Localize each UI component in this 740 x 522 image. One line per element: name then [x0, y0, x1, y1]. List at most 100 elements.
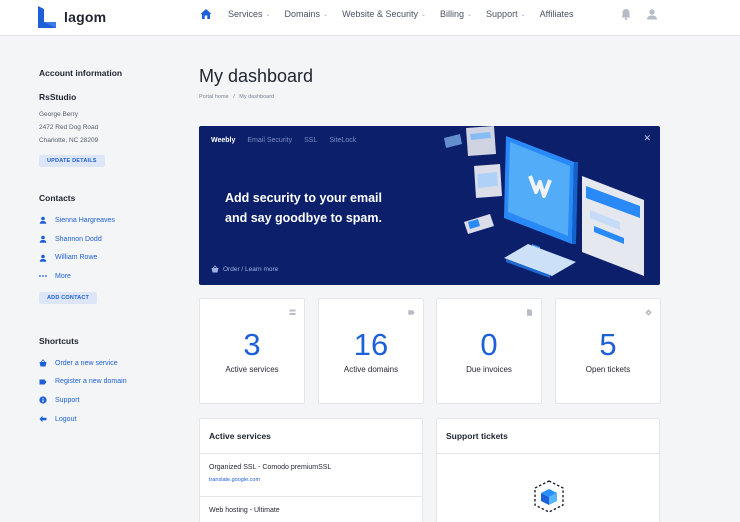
contacts-heading: Contacts — [39, 193, 76, 203]
banner-cta-link[interactable]: Order / Learn more — [211, 265, 278, 273]
close-icon[interactable]: ✕ — [643, 133, 651, 144]
contact-link[interactable]: Sienna Hargreaves — [39, 211, 169, 230]
stat-card-active-services[interactable]: 3 Active services — [199, 298, 305, 404]
user-icon — [39, 254, 47, 262]
banner-tabs: Weebly Email Security SSL SiteLock — [211, 137, 368, 144]
nav-domains[interactable]: Domains ⌄ — [285, 9, 329, 19]
breadcrumb: Portal home / My dashboard — [199, 94, 274, 100]
nav-support[interactable]: Support ⌄ — [486, 9, 526, 19]
lagom-logo-icon — [38, 6, 56, 28]
company-name: RsStudio — [39, 92, 77, 102]
weebly-illustration — [444, 126, 644, 278]
contacts-list: Sienna Hargreaves Shannon Dodd William R… — [39, 211, 169, 286]
chevron-down-icon: ⌄ — [467, 11, 473, 18]
breadcrumb-separator: / — [233, 94, 235, 100]
top-navigation-bar: lagom Services ⌄ Domains ⌄ Website & Secur… — [0, 0, 740, 36]
contact-name: Shannon Dodd — [55, 235, 102, 243]
breadcrumb-home-link[interactable]: Portal home — [199, 94, 229, 100]
more-contacts-link[interactable]: More — [39, 267, 169, 286]
logout-icon — [39, 415, 47, 423]
contact-name: William Rowe — [55, 254, 98, 262]
support-tickets-panel: Support tickets — [436, 418, 660, 522]
service-name: Organized SSL - Comodo premiumSSL — [209, 464, 332, 471]
main-nav: Services ⌄ Domains ⌄ Website & Security ⌄ B… — [200, 0, 587, 28]
tag-icon — [408, 310, 415, 315]
nav-affiliates-label: Affiliates — [539, 9, 574, 19]
sidebar: Account information RsStudio George Berr… — [39, 68, 169, 429]
info-icon — [39, 396, 47, 405]
nav-billing[interactable]: Billing ⌄ — [440, 9, 472, 19]
nav-support-label: Support — [486, 9, 518, 19]
address-line: George Berry — [39, 111, 79, 118]
user-icon — [39, 216, 47, 225]
stat-value: 0 — [480, 327, 498, 362]
tag-icon — [39, 378, 47, 386]
basket-icon — [211, 265, 219, 273]
bell-icon[interactable] — [619, 7, 633, 21]
ticket-icon — [645, 309, 652, 316]
banner-headline: Add security to your email and say goodb… — [225, 188, 445, 228]
support-tickets-heading: Support tickets — [437, 419, 659, 454]
more-dots-icon — [39, 272, 47, 280]
chevron-down-icon: ⌄ — [323, 11, 329, 18]
nav-domains-label: Domains — [284, 9, 321, 19]
page-title: My dashboard — [199, 66, 314, 86]
home-icon[interactable] — [200, 8, 212, 20]
brand-name: lagom — [64, 9, 107, 25]
user-icon[interactable] — [645, 7, 659, 21]
stat-value: 5 — [599, 327, 617, 362]
nav-actions — [619, 7, 671, 21]
stat-card-open-tickets[interactable]: 5 Open tickets — [555, 298, 661, 404]
service-url-link[interactable]: translate.google.com — [209, 477, 413, 483]
stat-card-active-domains[interactable]: 16 Active domains — [318, 298, 424, 404]
file-icon — [527, 309, 532, 316]
active-services-heading: Active services — [200, 419, 422, 454]
nav-services-label: Services — [228, 9, 263, 19]
active-services-panel: Active services Organized SSL - Comodo p… — [199, 418, 423, 522]
nav-services[interactable]: Services ⌄ — [228, 9, 271, 19]
shortcut-label: Order a new service — [55, 359, 118, 367]
nav-website-security-label: Website & Security — [342, 9, 418, 19]
service-name: Web hosting - Ultimate — [209, 507, 280, 514]
nav-billing-label: Billing — [440, 9, 465, 19]
nav-affiliates[interactable]: Affiliates — [540, 9, 574, 19]
service-row[interactable]: Web hosting - Ultimate — [200, 497, 422, 522]
chevron-down-icon: ⌄ — [520, 11, 526, 18]
nav-website-security[interactable]: Website & Security ⌄ — [342, 9, 426, 19]
service-row[interactable]: Organized SSL - Comodo premiumSSL transl… — [200, 454, 422, 497]
shortcut-label: Logout — [55, 415, 77, 423]
shortcut-support[interactable]: Support — [39, 391, 169, 410]
stat-value: 16 — [353, 327, 389, 362]
basket-icon — [39, 359, 47, 367]
stat-card-due-invoices[interactable]: 0 Due invoices — [436, 298, 542, 404]
stat-label: Active services — [225, 365, 279, 374]
stat-value: 3 — [243, 327, 261, 362]
shortcut-logout[interactable]: Logout — [39, 410, 169, 429]
banner-tab-email-security[interactable]: Email Security — [247, 137, 292, 144]
add-contact-button[interactable]: ADD CONTACT — [39, 291, 98, 304]
stat-label: Active domains — [343, 365, 399, 374]
address-line: 2472 Red Dog Road — [39, 124, 99, 131]
shortcuts-heading: Shortcuts — [39, 335, 79, 346]
account-address: George Berry 2472 Red Dog Road Charlotte… — [39, 108, 169, 147]
contact-link[interactable]: William Rowe — [39, 248, 169, 267]
breadcrumb-current: My dashboard — [239, 94, 275, 100]
shortcut-label: Register a new domain — [55, 378, 127, 386]
banner-tab-ssl[interactable]: SSL — [304, 137, 317, 144]
contact-link[interactable]: Shannon Dodd — [39, 230, 169, 249]
shortcut-register-domain[interactable]: Register a new domain — [39, 372, 169, 391]
address-line: Charlotte, NC 28209 — [39, 137, 99, 144]
banner-tab-weebly[interactable]: Weebly — [211, 137, 235, 144]
shortcuts-list: Order a new service Register a new domai… — [39, 354, 169, 429]
more-label: More — [55, 272, 71, 280]
promo-banner: Weebly Email Security SSL SiteLock ✕ Add… — [199, 126, 660, 285]
chevron-down-icon: ⌄ — [265, 11, 271, 18]
shortcut-order-service[interactable]: Order a new service — [39, 354, 169, 373]
stat-label: Open tickets — [585, 365, 631, 374]
brand-logo[interactable]: lagom — [38, 6, 106, 28]
server-icon — [289, 309, 296, 315]
banner-tab-sitelock[interactable]: SiteLock — [329, 137, 356, 144]
update-details-button[interactable]: UPDATE DETAILS — [39, 155, 105, 167]
banner-headline-line: Add security to your email — [225, 191, 382, 205]
stat-label: Due invoices — [466, 365, 512, 374]
